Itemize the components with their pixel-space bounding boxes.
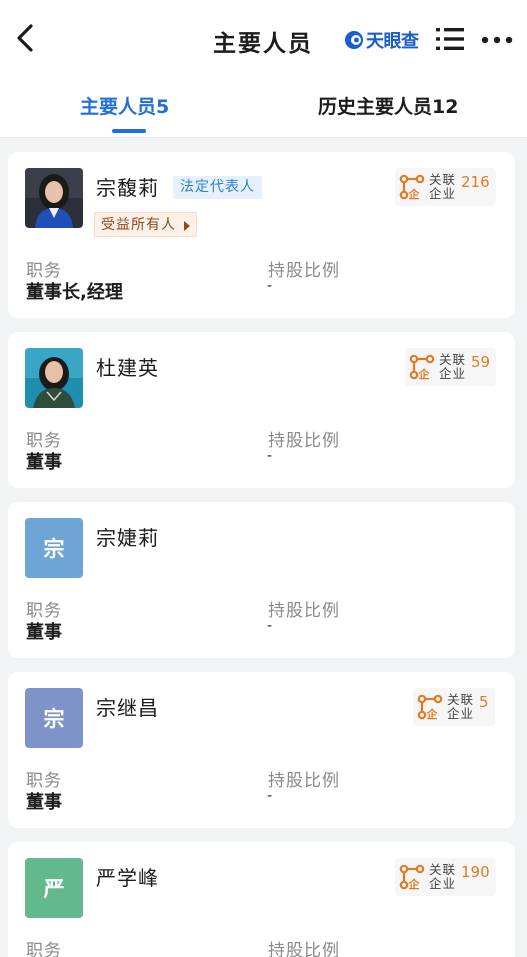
brand-logo: 天眼查 [344,28,419,52]
person-card[interactable]: 杜建英 企 关联企业 59 职务 持股比例 董事 - [8,332,515,488]
chevron-left-icon[interactable] [12,22,38,54]
share-ratio-label: 持股比例 [268,601,340,621]
person-photo-icon [25,348,83,408]
related-companies-button[interactable]: 企 关联企业 190 [395,858,496,896]
related-companies-label: 关联企业 [429,862,457,891]
position-label: 职务 [26,941,62,957]
active-tab-indicator [112,129,146,133]
svg-text:企: 企 [418,367,431,380]
avatar: 宗 [25,688,83,748]
top-bar: 主要人员 天眼查 [0,0,527,74]
share-ratio-label: 持股比例 [268,431,340,451]
related-companies-icon: 企 [417,694,443,720]
person-photo-icon [25,168,83,228]
related-companies-count: 190 [461,863,490,881]
brand-name: 天眼查 [366,31,419,52]
triangle-right-icon [184,221,190,231]
position-value: 董事 [26,792,62,813]
person-name[interactable]: 宗馥莉 [96,172,159,201]
share-ratio-value: - [267,448,273,464]
tianyancha-logo-icon [345,31,363,49]
related-companies-button[interactable]: 企 关联企业 216 [395,168,496,206]
person-name[interactable]: 宗婕莉 [96,522,159,551]
tab-main-personnel[interactable]: 主要人员5 [80,92,169,119]
avatar: 严 [25,858,83,918]
tab-history-personnel[interactable]: 历史主要人员12 [318,92,458,119]
person-card[interactable]: 宗 宗婕莉 职务 持股比例 董事 - [8,502,515,658]
person-card[interactable]: 宗馥莉 法定代表人 受益所有人 企 关联企业 216 职务 持股比例 董事长,经… [8,152,515,318]
person-name[interactable]: 严学峰 [96,862,159,891]
avatar [25,168,83,228]
share-ratio-value: - [267,278,273,294]
related-companies-button[interactable]: 企 关联企业 5 [413,688,495,726]
share-ratio-label: 持股比例 [268,941,340,957]
related-companies-label: 关联企业 [447,692,475,721]
share-ratio-value: - [267,618,273,634]
related-companies-icon: 企 [399,174,425,200]
svg-text:企: 企 [426,707,439,720]
related-companies-button[interactable]: 企 关联企业 59 [405,348,497,386]
more-dots-icon[interactable] [481,36,513,44]
share-ratio-value: - [267,788,273,804]
person-name[interactable]: 杜建英 [96,352,159,381]
position-value: 董事 [26,622,62,643]
person-card[interactable]: 宗 宗继昌 企 关联企业 5 职务 持股比例 董事 - [8,672,515,828]
svg-text:企: 企 [408,187,421,200]
related-companies-icon: 企 [409,354,435,380]
person-name[interactable]: 宗继昌 [96,692,159,721]
avatar [25,348,83,408]
related-companies-count: 59 [471,353,491,371]
person-card[interactable]: 严 严学峰 企 关联企业 190 职务 持股比例 [8,842,515,957]
related-companies-count: 5 [479,693,489,711]
avatar: 宗 [25,518,83,578]
list-icon[interactable] [435,26,465,52]
beneficial-owner-label: 受益所有人 [101,217,176,233]
beneficial-owner-badge[interactable]: 受益所有人 [94,212,197,237]
related-companies-label: 关联企业 [439,352,467,381]
related-companies-icon: 企 [399,864,425,890]
svg-text:企: 企 [408,877,421,890]
position-value: 董事长,经理 [26,282,123,303]
share-ratio-label: 持股比例 [268,771,340,791]
related-companies-count: 216 [461,173,490,191]
tab-bar: 主要人员5 历史主要人员12 [0,74,527,138]
page-title: 主要人员 [213,31,313,57]
share-ratio-label: 持股比例 [268,261,340,281]
related-companies-label: 关联企业 [429,172,457,201]
legal-representative-badge: 法定代表人 [173,176,262,199]
position-value: 董事 [26,452,62,473]
